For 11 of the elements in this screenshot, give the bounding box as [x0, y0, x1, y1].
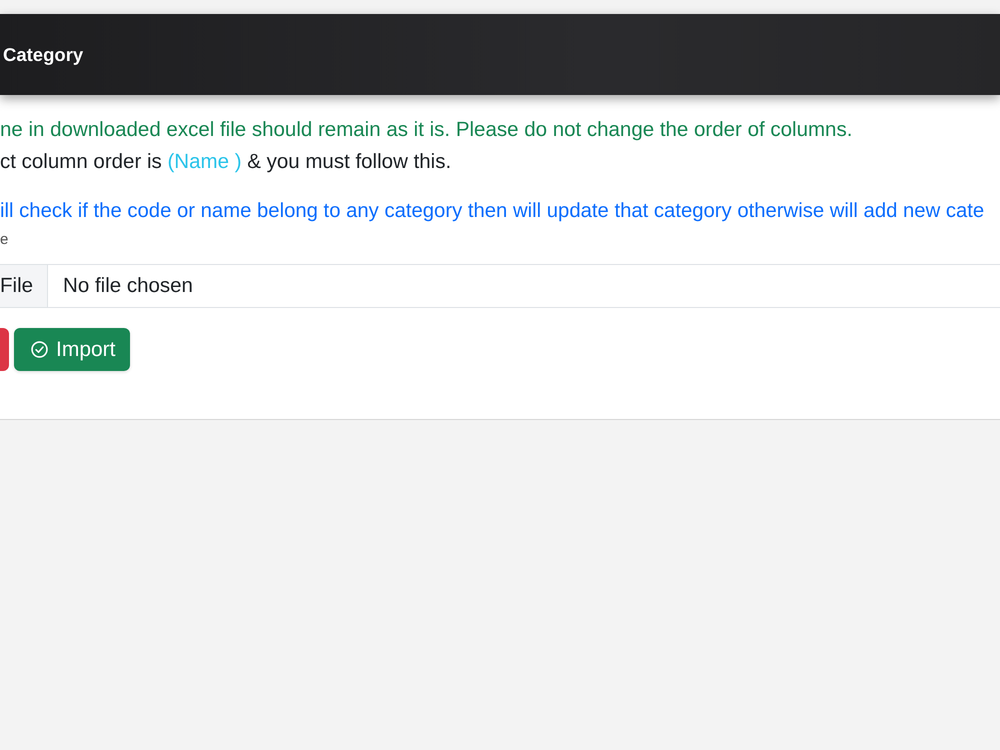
import-button[interactable]: Import — [14, 328, 130, 371]
note-text: ne in downloaded excel file should remain as it is. Please do not change the order of columns. — [0, 117, 854, 143]
file-input-field[interactable]: File No file chosen — [0, 264, 1000, 308]
note-text: ill check if the code or name belong to any category then will update that category otherwise will add new cate — [0, 199, 986, 224]
note-text: e — [0, 230, 10, 250]
choose-file-button[interactable]: File — [0, 265, 48, 307]
page-title: Category — [3, 44, 84, 66]
check-circle-icon — [31, 341, 48, 358]
file-status-text: No file chosen — [62, 273, 193, 299]
note-text: ct column order is (Name ) & you must follow this. — [0, 149, 452, 175]
partial-button[interactable] — [0, 328, 9, 371]
